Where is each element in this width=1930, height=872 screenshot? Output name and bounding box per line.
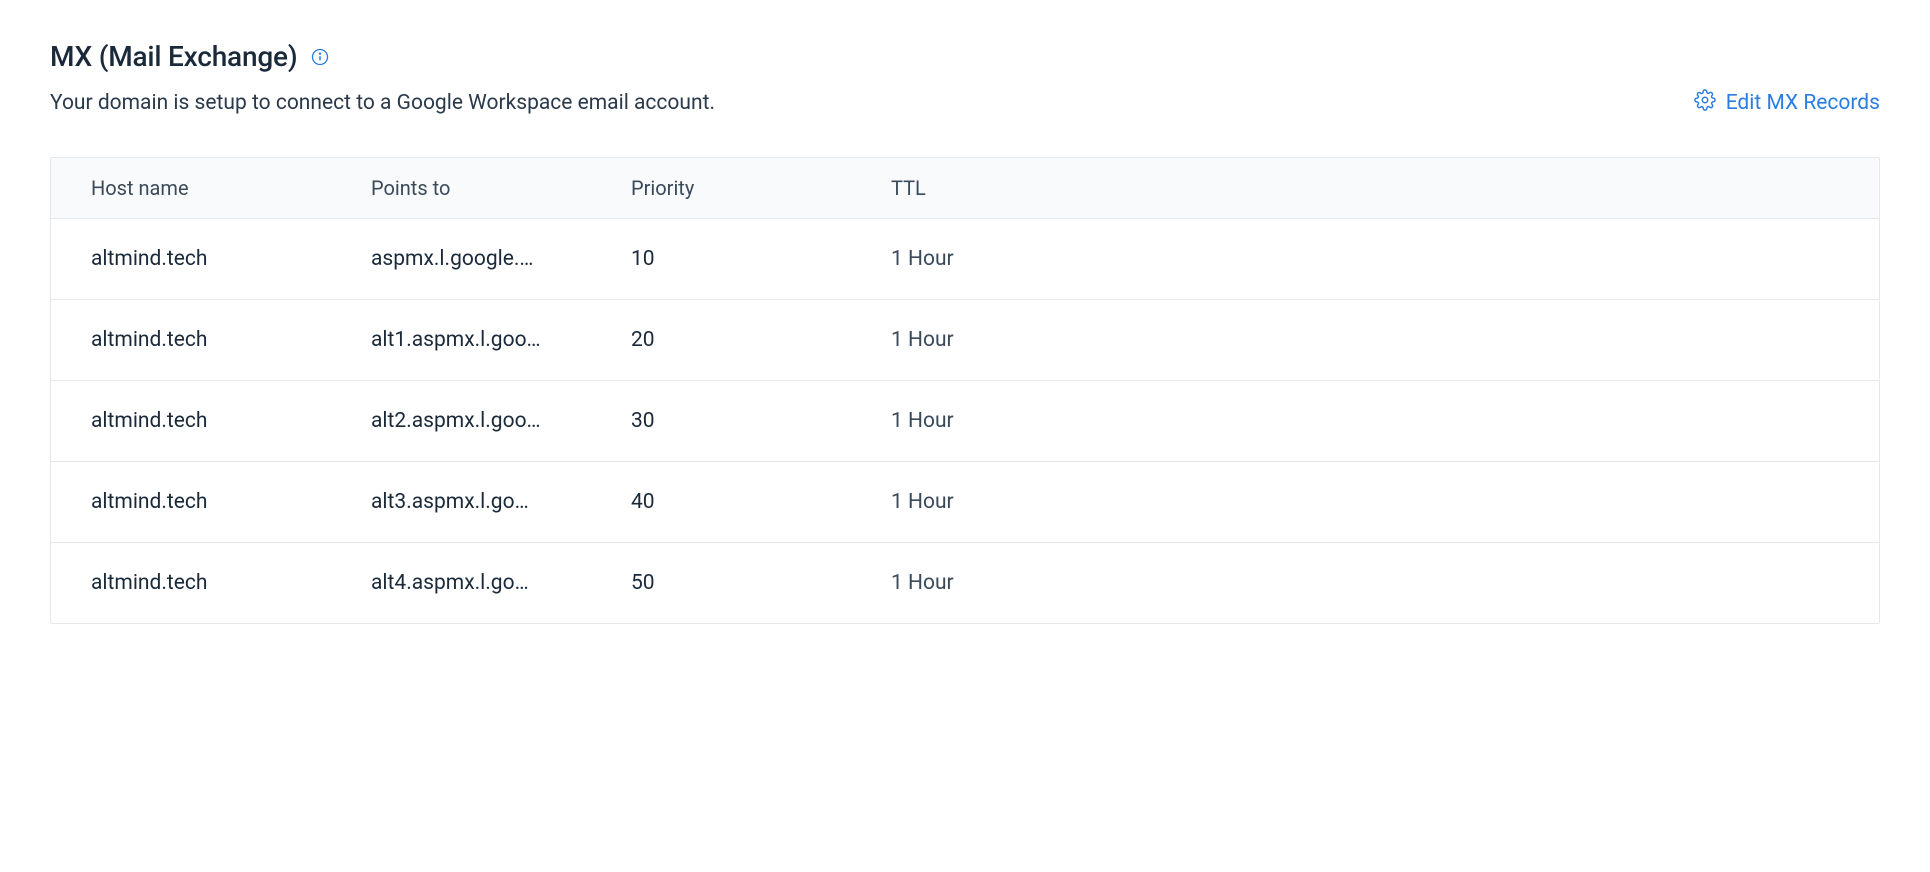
cell-priority: 40 bbox=[591, 490, 851, 514]
cell-ttl: 1 Hour bbox=[851, 490, 1879, 514]
column-header-ttl: TTL bbox=[851, 176, 1879, 200]
cell-host: altmind.tech bbox=[51, 328, 331, 352]
cell-priority: 20 bbox=[591, 328, 851, 352]
column-header-points-to: Points to bbox=[331, 176, 591, 200]
cell-priority: 30 bbox=[591, 409, 851, 433]
edit-link-label: Edit MX Records bbox=[1726, 91, 1880, 115]
table-row: altmind.tech alt4.aspmx.l.go… 50 1 Hour bbox=[51, 543, 1879, 623]
cell-ttl: 1 Hour bbox=[851, 328, 1879, 352]
section-title: MX (Mail Exchange) bbox=[50, 40, 297, 73]
cell-points-to: alt1.aspmx.l.goo… bbox=[331, 328, 591, 352]
column-header-host: Host name bbox=[51, 176, 331, 200]
cell-host: altmind.tech bbox=[51, 490, 331, 514]
section-header: MX (Mail Exchange) bbox=[50, 40, 1880, 73]
table-row: altmind.tech alt2.aspmx.l.goo… 30 1 Hour bbox=[51, 381, 1879, 462]
table-row: altmind.tech alt3.aspmx.l.go… 40 1 Hour bbox=[51, 462, 1879, 543]
edit-mx-records-link[interactable]: Edit MX Records bbox=[1694, 89, 1880, 117]
column-header-priority: Priority bbox=[591, 176, 851, 200]
mx-records-table: Host name Points to Priority TTL altmind… bbox=[50, 157, 1880, 624]
cell-host: altmind.tech bbox=[51, 409, 331, 433]
cell-ttl: 1 Hour bbox=[851, 571, 1879, 595]
section-subheader: Your domain is setup to connect to a Goo… bbox=[50, 89, 1880, 117]
cell-points-to: aspmx.l.google.… bbox=[331, 247, 591, 271]
cell-priority: 50 bbox=[591, 571, 851, 595]
table-row: altmind.tech aspmx.l.google.… 10 1 Hour bbox=[51, 219, 1879, 300]
cell-ttl: 1 Hour bbox=[851, 409, 1879, 433]
section-description: Your domain is setup to connect to a Goo… bbox=[50, 91, 715, 115]
info-icon[interactable] bbox=[309, 46, 331, 68]
cell-points-to: alt4.aspmx.l.go… bbox=[331, 571, 591, 595]
cell-priority: 10 bbox=[591, 247, 851, 271]
cell-ttl: 1 Hour bbox=[851, 247, 1879, 271]
table-row: altmind.tech alt1.aspmx.l.goo… 20 1 Hour bbox=[51, 300, 1879, 381]
cell-host: altmind.tech bbox=[51, 571, 331, 595]
cell-host: altmind.tech bbox=[51, 247, 331, 271]
cell-points-to: alt2.aspmx.l.goo… bbox=[331, 409, 591, 433]
table-header-row: Host name Points to Priority TTL bbox=[51, 158, 1879, 219]
gear-icon bbox=[1694, 89, 1716, 117]
cell-points-to: alt3.aspmx.l.go… bbox=[331, 490, 591, 514]
